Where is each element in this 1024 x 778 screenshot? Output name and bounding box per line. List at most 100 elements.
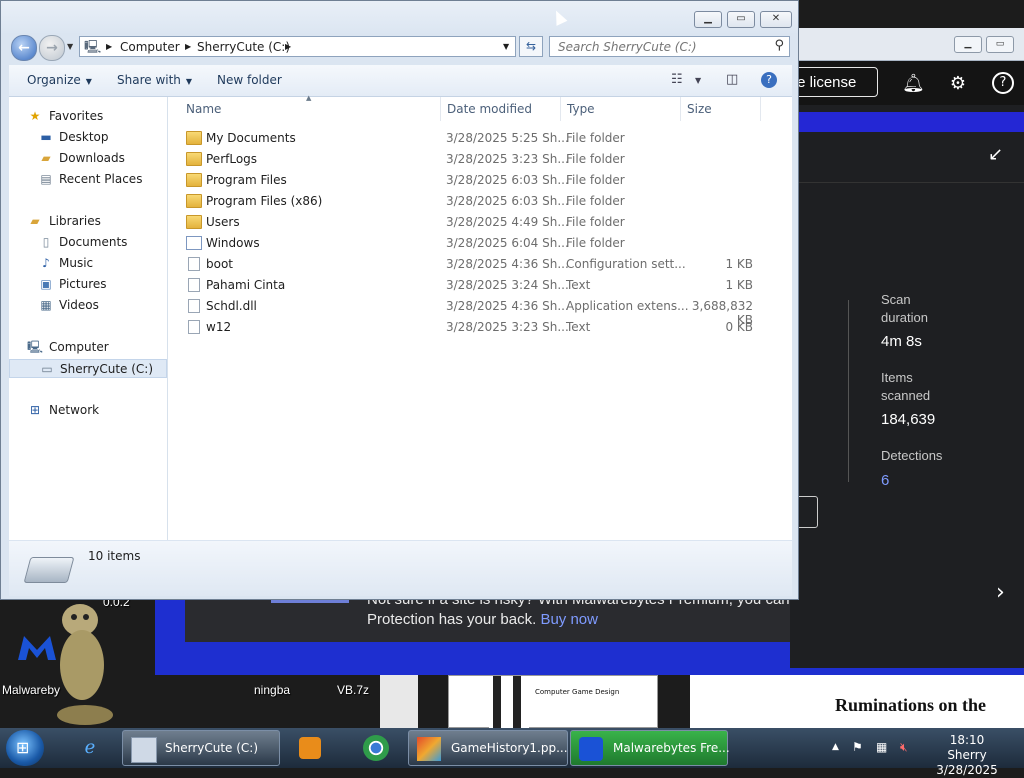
file-row[interactable]: My Documents 3/28/2025 5:25 Sh... File fol… — [168, 128, 792, 149]
drive-icon — [23, 557, 75, 583]
buy-now-link[interactable]: Buy now — [540, 611, 598, 628]
desktop-side-toolbar — [380, 668, 418, 728]
help-icon[interactable]: ? — [992, 72, 1014, 94]
downloads-folder-icon: ▰ — [41, 151, 51, 165]
view-options-icon[interactable]: ☷ — [671, 72, 683, 87]
network-icon: ⊞ — [29, 403, 41, 417]
sidebar-item-pictures[interactable]: ▣ Pictures — [9, 275, 167, 294]
chevron-right-icon[interactable]: ▶ — [285, 42, 291, 51]
new-folder-button[interactable]: New folder — [217, 73, 282, 87]
navigation-pane: ★ Favorites ▬ Desktop ▰ Downloads ▤ Recent P… — [9, 97, 168, 540]
file-row[interactable]: Schdl.dll 3/28/2025 4:36 Sh... Application… — [168, 296, 792, 327]
column-header-name[interactable]: Name — [186, 102, 221, 116]
help-icon[interactable]: ? — [761, 72, 777, 88]
organize-button[interactable]: Organize ▼ — [27, 73, 92, 87]
details-pane: 10 items — [9, 541, 792, 596]
view-dropdown-icon[interactable]: ▼ — [695, 76, 701, 85]
dll-file-icon — [188, 299, 200, 313]
file-row[interactable]: Program Files 3/28/2025 6:03 Sh... File fo… — [168, 170, 792, 191]
item-count: 10 items — [88, 549, 141, 563]
share-with-button[interactable]: Share with ▼ — [117, 73, 192, 87]
file-row[interactable]: w12 3/28/2025 3:23 Sh... Text 0 KB — [168, 317, 792, 338]
sidebar-item-favorites[interactable]: ★ Favorites — [9, 107, 167, 126]
file-row[interactable]: Windows 3/28/2025 6:04 Sh... File folder — [168, 233, 792, 254]
document-window-fragment: Ruminations on the — [690, 675, 1024, 728]
collapse-arrow-icon[interactable]: ↙ — [988, 144, 1003, 165]
file-row[interactable]: boot 3/28/2025 4:36 Sh... Configuration se… — [168, 254, 792, 275]
gear-icon[interactable]: ⚙ — [947, 73, 969, 95]
column-header-type[interactable]: Type — [567, 102, 595, 116]
file-list: Name ▲ Date modified Type Size My Docume… — [168, 94, 792, 540]
file-row[interactable]: PerfLogs 3/28/2025 3:23 Sh... File folder — [168, 149, 792, 170]
file-row[interactable]: Program Files (x86) 3/28/2025 6:03 Sh... F… — [168, 191, 792, 212]
sidebar-item-documents[interactable]: ▯ Documents — [9, 233, 167, 252]
file-row[interactable]: Users 3/28/2025 4:49 Sh... File folder — [168, 212, 792, 233]
explorer-window: ▁ ▭ ✕ ← → ▼ 🖳︎ ▶ Computer ▶ SherryCute (… — [0, 0, 799, 600]
column-header-size[interactable]: Size — [687, 102, 712, 116]
sidebar-item-computer[interactable]: 🖳︎ Computer — [9, 338, 167, 357]
close-button[interactable]: ✕ — [760, 11, 792, 28]
file-row[interactable]: Pahami Cinta 3/28/2025 3:24 Sh... Text 1 KB — [168, 275, 792, 296]
column-separator[interactable] — [560, 97, 561, 121]
clock[interactable]: 18:10 Sherry 3/28/2025 — [930, 733, 1004, 778]
chevron-right-icon[interactable]: › — [996, 580, 1005, 605]
desktop-label-vb7z[interactable]: VB.7z — [337, 683, 369, 697]
stat-value-items-scanned: 184,639 — [881, 411, 936, 428]
task-explorer[interactable]: SherryCute (C:) — [122, 730, 280, 766]
maximize-button[interactable]: ▭ — [986, 36, 1014, 53]
chevron-right-icon[interactable]: ▶ — [106, 42, 112, 51]
minimize-button[interactable]: ▁ — [694, 11, 722, 28]
desktop-icon: ▬ — [40, 130, 52, 144]
breadcrumb-computer[interactable]: Computer — [120, 40, 180, 54]
volume-muted-icon[interactable]: 🔇︎ — [900, 740, 908, 755]
drive-icon: ▭ — [41, 362, 53, 376]
sidebar-item-desktop[interactable]: ▬ Desktop — [9, 128, 167, 147]
action-center-flag-icon[interactable]: ⚑ — [852, 740, 863, 754]
column-separator[interactable] — [760, 97, 761, 121]
chevron-right-icon[interactable]: ▶ — [185, 42, 191, 51]
malwarebytes-desktop-icon[interactable] — [14, 632, 60, 662]
clock-date: 3/28/2025 — [936, 763, 998, 777]
documents-icon: ▯ — [42, 235, 50, 249]
recent-pages-dropdown-icon[interactable]: ▼ — [67, 42, 73, 51]
desktop-label-ningba[interactable]: ningba — [254, 683, 290, 697]
show-hidden-icons-button[interactable]: ▲ — [832, 742, 839, 752]
network-tray-icon[interactable]: ▦ — [876, 740, 887, 754]
maximize-button[interactable]: ▭ — [727, 11, 755, 28]
task-powerpoint[interactable]: GameHistory1.pp... — [408, 730, 568, 766]
back-button[interactable]: ← — [11, 35, 37, 61]
sidebar-item-drive-c[interactable]: ▭ SherryCute (C:) — [9, 359, 167, 378]
search-input[interactable] — [556, 39, 770, 55]
sidebar-item-videos[interactable]: ▦ Videos — [9, 296, 167, 315]
presentation-thumbnail[interactable]: Computer Game Design — [448, 675, 658, 729]
internet-explorer-icon[interactable]: ℯ — [74, 732, 106, 764]
bell-icon[interactable]: 🔔︎ — [902, 73, 925, 95]
task-malwarebytes[interactable]: Malwarebytes Fre... — [570, 730, 730, 766]
text-file-icon — [188, 320, 200, 334]
sidebar-item-network[interactable]: ⊞ Network — [9, 401, 167, 420]
media-player-icon[interactable] — [294, 732, 326, 764]
address-dropdown-icon[interactable]: ▼ — [503, 42, 509, 51]
refresh-button[interactable]: ⇆ — [519, 36, 543, 57]
search-box[interactable]: ⚲ — [549, 36, 790, 57]
desktop-label-malwarebytes[interactable]: Malwareby — [2, 683, 60, 697]
address-bar[interactable]: 🖳︎ ▶ Computer ▶ SherryCute (C:) ▶ ▼ — [79, 36, 516, 57]
column-header-date[interactable]: Date modified — [447, 102, 532, 116]
start-button[interactable]: ⊞ — [6, 730, 44, 766]
thumbnail-figure — [489, 676, 529, 729]
preview-pane-icon[interactable]: ◫ — [726, 72, 738, 87]
sidebar-item-recent-places[interactable]: ▤ Recent Places — [9, 170, 167, 189]
stat-value-detections[interactable]: 6 — [881, 472, 889, 489]
chrome-icon[interactable] — [360, 732, 392, 764]
search-icon[interactable]: ⚲ — [774, 38, 784, 53]
folder-icon — [186, 194, 202, 208]
sidebar-item-libraries[interactable]: ▰ Libraries — [9, 212, 167, 231]
forward-button[interactable]: → — [39, 35, 65, 61]
folder-icon — [186, 152, 202, 166]
sidebar-item-downloads[interactable]: ▰ Downloads — [9, 149, 167, 168]
breadcrumb-drive[interactable]: SherryCute (C:) — [197, 40, 290, 54]
sidebar-item-music[interactable]: ♪ Music — [9, 254, 167, 273]
column-separator[interactable] — [440, 97, 441, 121]
column-separator[interactable] — [680, 97, 681, 121]
minimize-button[interactable]: ▁ — [954, 36, 982, 53]
